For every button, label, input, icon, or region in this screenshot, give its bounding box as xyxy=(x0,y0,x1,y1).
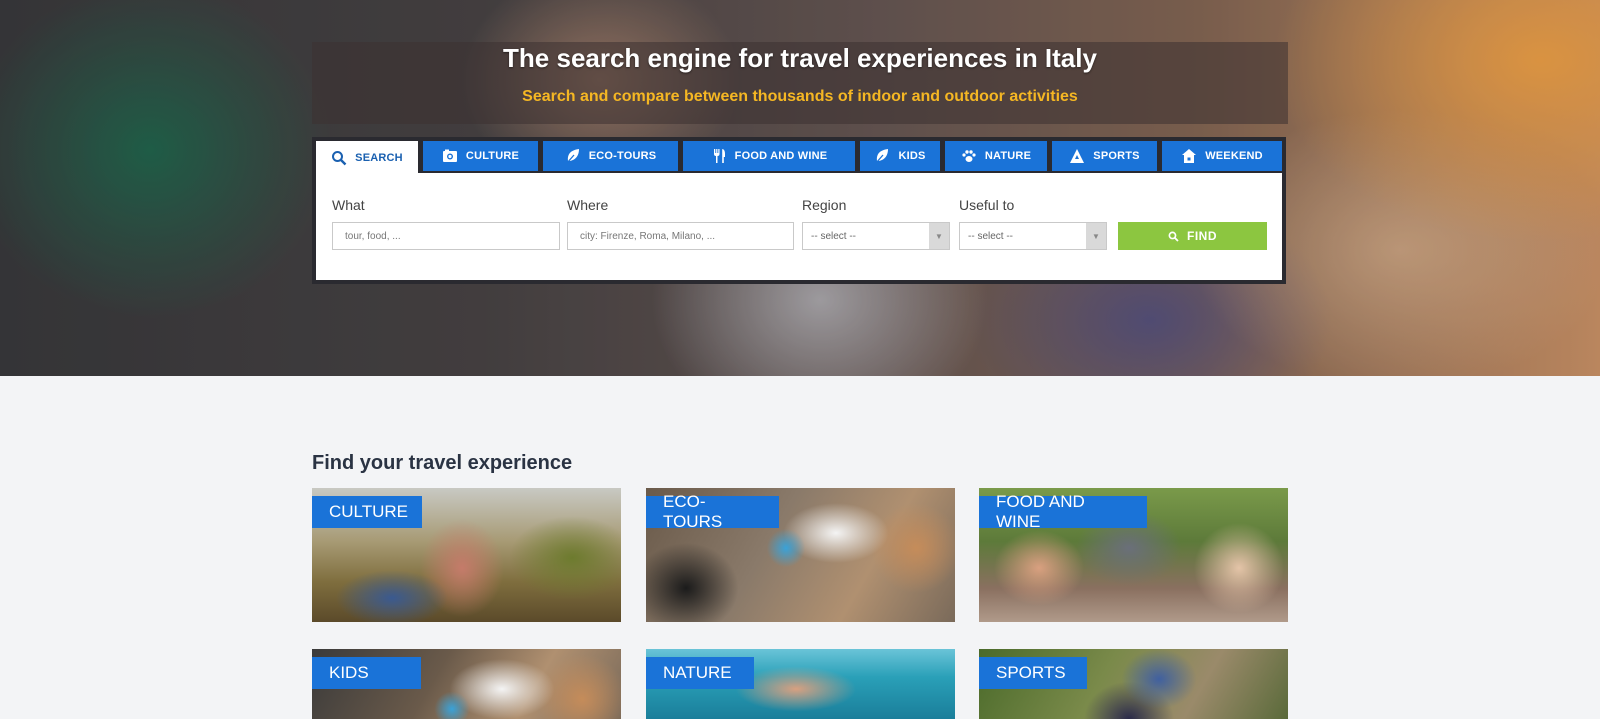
tab-nature[interactable]: NATURE xyxy=(945,141,1047,171)
card-label: FOOD AND WINE xyxy=(979,492,1147,531)
section-title: Find your travel experience xyxy=(312,452,573,474)
find-button[interactable]: FIND xyxy=(1118,222,1267,250)
tab-label: SEARCH xyxy=(355,152,403,164)
card-food-and-wine[interactable]: FOOD AND WINE xyxy=(979,488,1288,622)
card-label: NATURE xyxy=(646,657,754,689)
leaf-icon xyxy=(875,149,889,164)
tab-food-and-wine[interactable]: FOOD AND WINE xyxy=(683,141,855,171)
tab-label: SPORTS xyxy=(1093,150,1140,162)
category-tabs: SEARCH CULTURE ECO-TOURS FOOD AND WINE K… xyxy=(316,141,1282,175)
tab-weekend[interactable]: WEEKEND xyxy=(1162,141,1282,171)
what-label: What xyxy=(332,197,365,213)
what-input[interactable] xyxy=(332,222,560,250)
leaf-icon xyxy=(566,149,579,164)
card-label: SPORTS xyxy=(979,657,1087,689)
tab-label: WEEKEND xyxy=(1205,150,1263,162)
useful-to-select[interactable]: -- select -- ▼ xyxy=(959,222,1107,250)
house-icon xyxy=(1182,149,1197,163)
hero-title: The search engine for travel experiences… xyxy=(503,43,1097,73)
mountain-icon xyxy=(1070,149,1085,163)
chevron-down-icon: ▼ xyxy=(929,223,949,249)
search-icon xyxy=(1168,231,1179,242)
find-button-label: FIND xyxy=(1187,229,1217,243)
search-panel: SEARCH CULTURE ECO-TOURS FOOD AND WINE K… xyxy=(312,137,1286,284)
tab-sports[interactable]: SPORTS xyxy=(1052,141,1157,171)
hero-subtitle: Search and compare between thousands of … xyxy=(522,88,1078,105)
useful-to-label: Useful to xyxy=(959,197,1015,213)
card-kids[interactable]: KIDS xyxy=(312,649,621,719)
tab-label: KIDS xyxy=(898,150,926,162)
search-icon xyxy=(332,151,347,166)
card-label: ECO-TOURS xyxy=(646,492,779,531)
tab-label: NATURE xyxy=(984,150,1032,162)
card-culture[interactable]: CULTURE xyxy=(312,488,621,622)
region-select[interactable]: -- select -- ▼ xyxy=(802,222,950,250)
card-sports[interactable]: SPORTS xyxy=(979,649,1288,719)
tab-label: CULTURE xyxy=(465,150,520,162)
useful-to-select-value: -- select -- xyxy=(968,230,1013,242)
chevron-down-icon: ▼ xyxy=(1086,223,1106,249)
fork-knife-icon xyxy=(713,149,725,163)
search-form: What Where Region -- select -- ▼ Useful … xyxy=(316,173,1282,280)
tab-search[interactable]: SEARCH xyxy=(316,141,418,175)
where-input[interactable] xyxy=(567,222,794,250)
where-label: Where xyxy=(567,197,609,213)
tab-label: ECO-TOURS xyxy=(588,150,657,162)
tab-eco-tours[interactable]: ECO-TOURS xyxy=(543,141,678,171)
card-label: KIDS xyxy=(312,657,421,689)
card-label: CULTURE xyxy=(312,496,422,528)
camera-icon xyxy=(442,149,457,162)
tab-culture[interactable]: CULTURE xyxy=(423,141,538,171)
tab-kids[interactable]: KIDS xyxy=(860,141,940,171)
card-eco-tours[interactable]: ECO-TOURS xyxy=(646,488,955,622)
region-label: Region xyxy=(802,197,847,213)
paw-icon xyxy=(962,150,976,162)
tab-label: FOOD AND WINE xyxy=(734,150,828,162)
region-select-value: -- select -- xyxy=(811,230,856,242)
card-nature[interactable]: NATURE xyxy=(646,649,955,719)
